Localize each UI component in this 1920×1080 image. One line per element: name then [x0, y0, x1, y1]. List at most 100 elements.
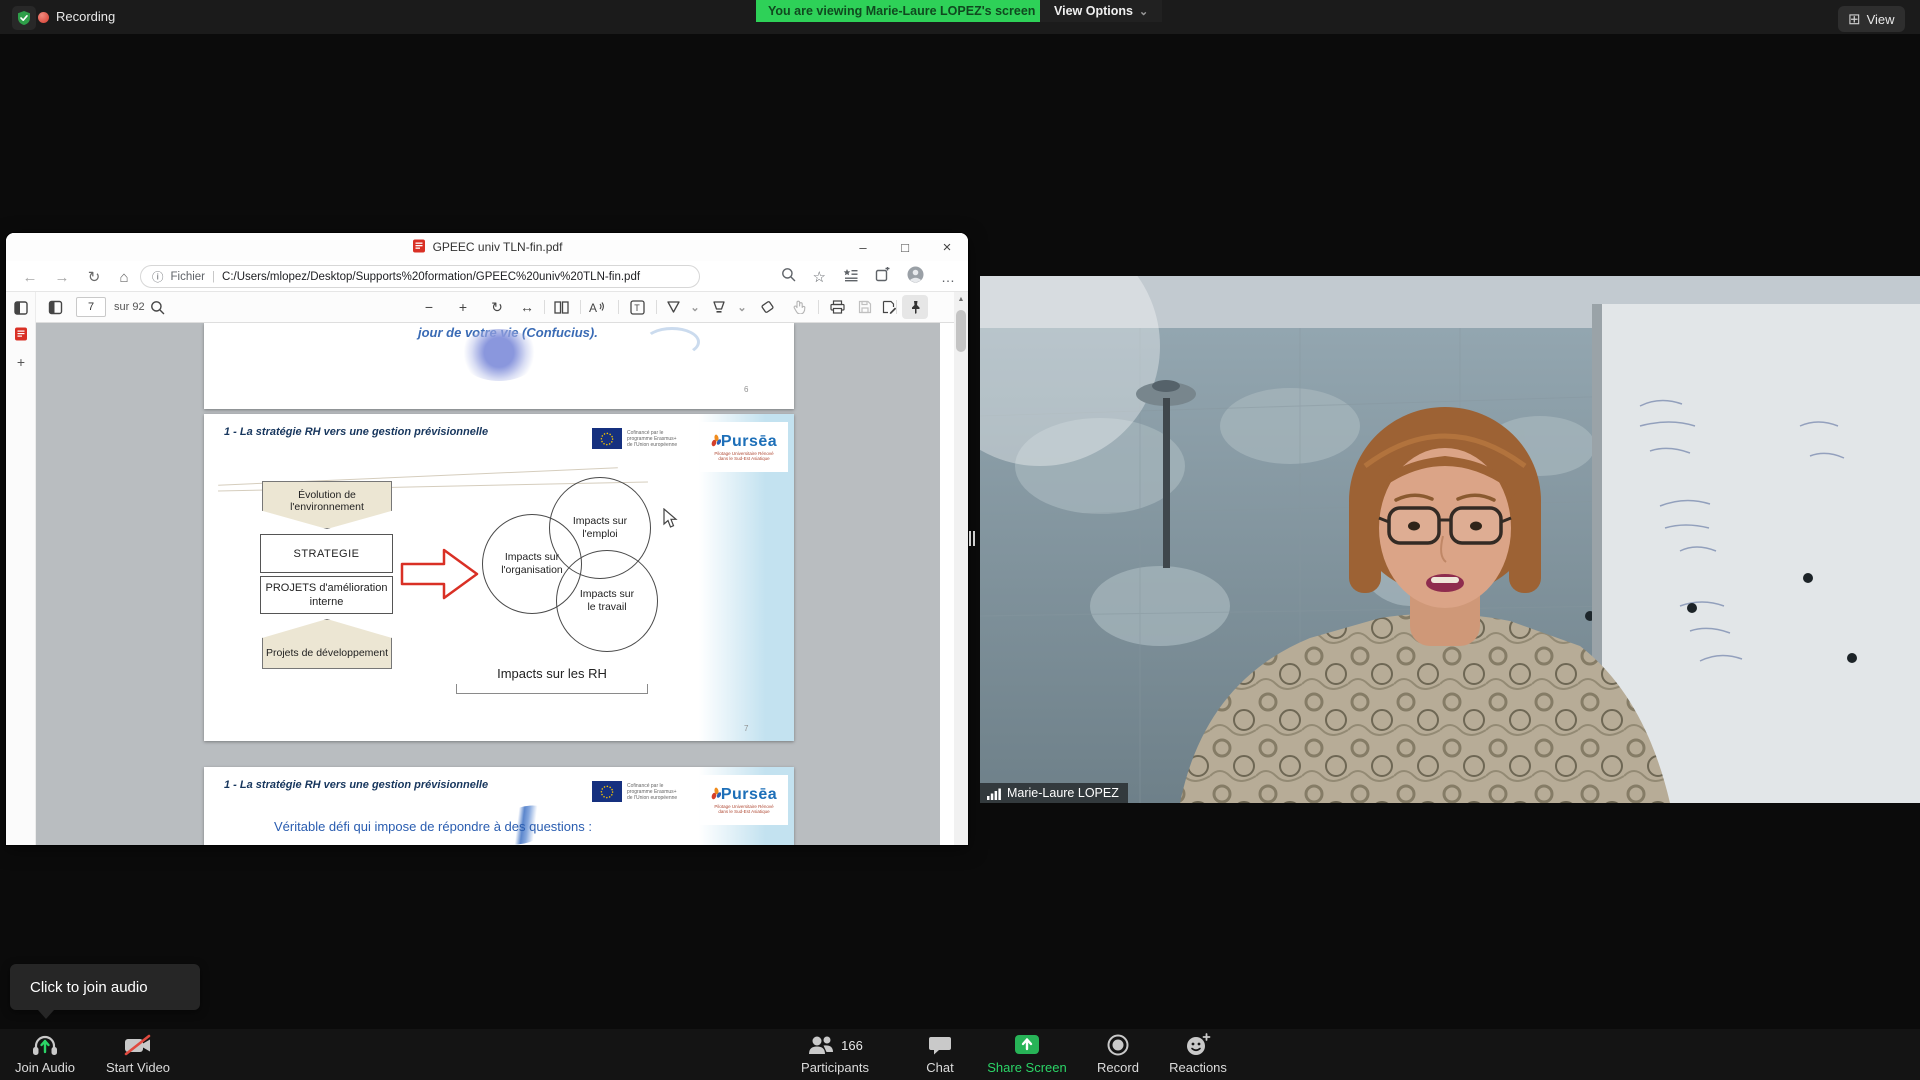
tab-list-icon[interactable]: [11, 298, 31, 318]
close-button[interactable]: ×: [926, 233, 968, 261]
panel-divider-handle[interactable]: [969, 531, 975, 546]
chat-label: Chat: [926, 1060, 953, 1075]
scrollbar-thumb[interactable]: [956, 310, 966, 352]
pursea-flame-icon: [711, 786, 721, 800]
pdf-toolbar: sur 92 − + ↻ ↔ A T ⌄ ⌄: [36, 292, 954, 323]
mouse-cursor: [663, 508, 678, 529]
minimize-button[interactable]: –: [842, 233, 884, 261]
home-icon[interactable]: ⌂: [112, 265, 136, 289]
pdf-search-icon[interactable]: [146, 296, 168, 318]
print-icon[interactable]: [826, 296, 848, 318]
view-label: View: [1867, 12, 1895, 27]
svg-text:A: A: [589, 301, 597, 314]
venn-bracket: [456, 684, 648, 694]
save-icon[interactable]: [854, 296, 876, 318]
view-button[interactable]: ⊞ View: [1838, 6, 1905, 32]
pdf-scrollbar[interactable]: ▲: [954, 292, 968, 845]
start-video-button[interactable]: Start Video: [95, 1033, 181, 1075]
slide8-title: 1 - La stratégie RH vers une gestion pré…: [224, 779, 488, 791]
chevron-down-icon: ⌄: [1139, 5, 1148, 18]
eu-logo: Cofinancé par le programme Erasmus+ de l…: [592, 428, 677, 449]
security-shield-icon[interactable]: [12, 6, 36, 30]
vertical-tabstrip: +: [6, 292, 36, 845]
participants-button[interactable]: 166 Participants: [792, 1033, 878, 1075]
pursea-logo: Pursēa Pilotage Universitaire Rénové dan…: [700, 775, 788, 825]
flow-box-strategie: STRATEGIE: [260, 534, 393, 573]
collections-add-icon[interactable]: [875, 267, 890, 287]
pdf-page-6: jour de votre vie (Confucius). 6: [204, 323, 794, 409]
pin-toolbar-icon[interactable]: [902, 295, 928, 319]
share-screen-icon: [1013, 1033, 1041, 1057]
favorites-list-icon[interactable]: [843, 267, 858, 287]
menu-ellipsis-icon[interactable]: …: [941, 269, 956, 285]
draw-icon[interactable]: [662, 296, 684, 318]
pursea-flame-icon: [711, 433, 721, 447]
url-divider: |: [212, 271, 215, 283]
pdf-sidebar-icon[interactable]: [44, 296, 66, 318]
meeting-topbar: Recording You are viewing Marie-Laure LO…: [0, 0, 1920, 34]
headphones-icon: [30, 1033, 60, 1057]
page-view-icon[interactable]: [550, 296, 572, 318]
svg-text:T: T: [634, 303, 640, 313]
venn-caption: Impacts sur les RH: [456, 666, 648, 681]
eraser-icon[interactable]: [756, 296, 778, 318]
page-number-input[interactable]: [76, 297, 106, 317]
favorites-star-icon[interactable]: ☆: [813, 268, 826, 286]
back-icon[interactable]: ←: [18, 265, 42, 289]
page-number: 6: [744, 385, 748, 394]
draw-chevron-icon[interactable]: ⌄: [684, 296, 706, 318]
participant-name: Marie-Laure LOPEZ: [1007, 786, 1119, 800]
participants-icon: 166: [807, 1033, 863, 1057]
grid-view-icon: ⊞: [1848, 10, 1861, 28]
pursea-logo: Pursēa Pilotage Universitaire Rénové dan…: [700, 422, 788, 472]
venn-circle-travail: Impacts sur le travail: [556, 550, 658, 652]
fit-width-icon[interactable]: ↔: [516, 296, 538, 318]
touch-hand-icon[interactable]: [788, 296, 810, 318]
maximize-button[interactable]: □: [884, 233, 926, 261]
read-aloud-icon[interactable]: A: [586, 296, 608, 318]
participant-video-tile[interactable]: Marie-Laure LOPEZ: [980, 276, 1920, 803]
page-info-icon[interactable]: ⓘ: [152, 269, 164, 285]
slide8-question-text: Véritable défi qui impose de répondre à …: [274, 819, 592, 834]
record-icon: [1106, 1033, 1130, 1057]
url-field[interactable]: ⓘ Fichier | C:/Users/mlopez/Desktop/Supp…: [140, 265, 700, 288]
highlighter-icon[interactable]: [708, 296, 730, 318]
reactions-smiley-icon: [1185, 1033, 1211, 1057]
rotate-icon[interactable]: ↻: [486, 296, 508, 318]
pdf-content-area[interactable]: jour de votre vie (Confucius). 6 1 - La …: [36, 323, 940, 845]
pdf-file-icon: [412, 239, 426, 256]
eu-logo-text: Cofinancé par le programme Erasmus+ de l…: [627, 783, 677, 801]
participant-nameplate: Marie-Laure LOPEZ: [980, 783, 1128, 803]
active-pdf-tab-icon[interactable]: [11, 324, 31, 344]
view-options-button[interactable]: View Options ⌄: [1040, 0, 1162, 22]
pdf-page-8: 1 - La stratégie RH vers une gestion pré…: [204, 767, 794, 845]
zoom-in-icon[interactable]: +: [452, 296, 474, 318]
browser-titlebar[interactable]: GPEEC univ TLN-fin.pdf – □ ×: [6, 233, 968, 261]
start-video-label: Start Video: [106, 1060, 170, 1075]
forward-icon[interactable]: →: [50, 265, 74, 289]
meeting-toolbar: Join Audio ^ Start Video 166 Participant…: [0, 1029, 1920, 1080]
reactions-button[interactable]: Reactions: [1155, 1033, 1241, 1075]
share-screen-button[interactable]: Share Screen: [977, 1033, 1077, 1075]
red-arrow-icon: [400, 546, 480, 602]
profile-avatar-icon[interactable]: [907, 266, 924, 288]
page-total-label: sur 92: [114, 301, 145, 313]
tooltip-caret: [38, 1010, 54, 1019]
refresh-icon[interactable]: ↻: [82, 265, 106, 289]
zoom-meeting-window: Recording You are viewing Marie-Laure LO…: [0, 0, 1920, 1080]
reactions-label: Reactions: [1169, 1060, 1227, 1075]
join-audio-button[interactable]: Join Audio: [2, 1033, 88, 1075]
screen-share-banner: You are viewing Marie-Laure LOPEZ's scre…: [756, 0, 1047, 22]
chat-button[interactable]: Chat: [897, 1033, 983, 1075]
pursea-name: Pursēa: [721, 786, 777, 804]
url-scheme: Fichier: [171, 271, 206, 283]
zoom-out-icon[interactable]: −: [418, 296, 440, 318]
add-text-icon[interactable]: T: [626, 296, 648, 318]
record-button[interactable]: Record: [1075, 1033, 1161, 1075]
search-icon[interactable]: [781, 267, 796, 287]
url-text: C:/Users/mlopez/Desktop/Supports%20forma…: [222, 271, 640, 283]
scroll-up-icon[interactable]: ▲: [954, 292, 968, 306]
new-tab-icon[interactable]: +: [11, 352, 31, 372]
highlighter-chevron-icon[interactable]: ⌄: [731, 296, 753, 318]
tab-title: GPEEC univ TLN-fin.pdf: [433, 240, 563, 254]
